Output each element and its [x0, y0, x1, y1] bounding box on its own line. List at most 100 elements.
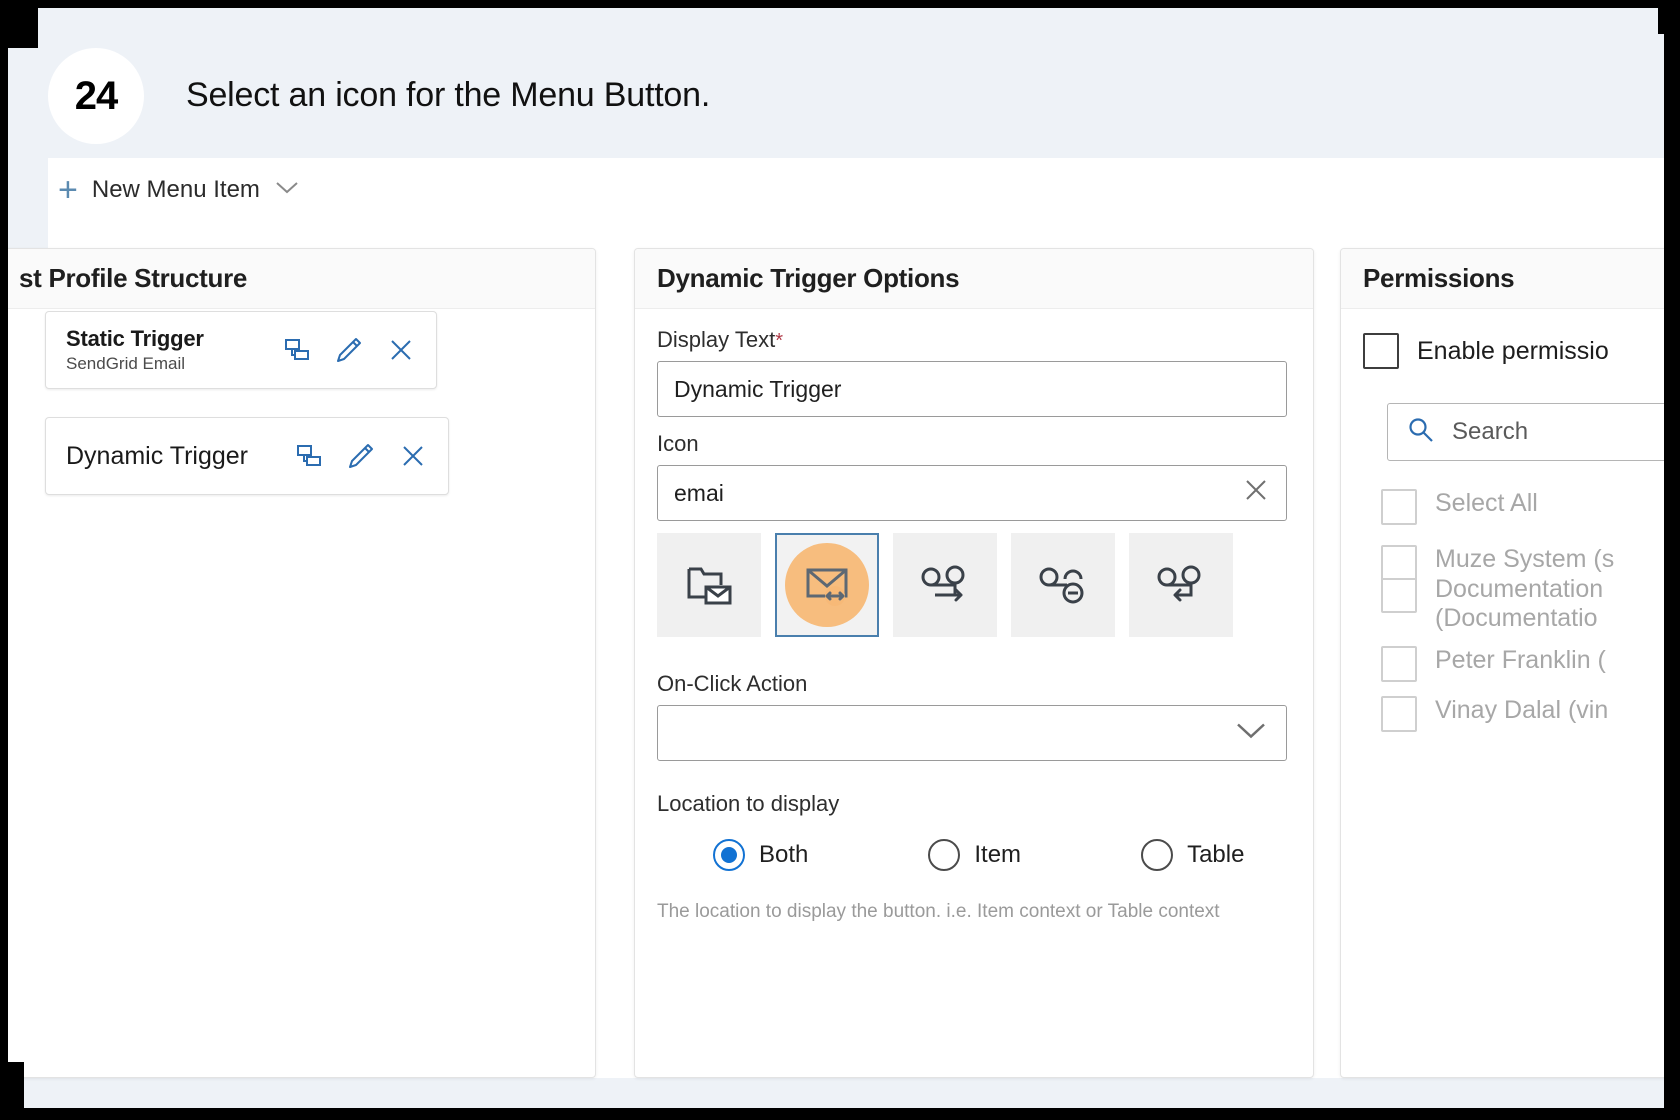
- dynamic-trigger-options-panel: Dynamic Trigger Options Display Text* Dy…: [634, 248, 1314, 1078]
- list-item[interactable]: Vinay Dalal (vin: [1381, 695, 1664, 732]
- radio-option-item[interactable]: Item: [928, 839, 1021, 871]
- display-text-value: Dynamic Trigger: [674, 375, 842, 402]
- radio-label: Both: [759, 841, 809, 868]
- delete-icon[interactable]: [386, 335, 416, 365]
- edit-icon[interactable]: [334, 335, 364, 365]
- step-instruction: Select an icon for the Menu Button.: [186, 76, 711, 114]
- list-item[interactable]: Static Trigger SendGrid Email: [45, 311, 437, 389]
- icon-search-value: emai: [674, 479, 724, 506]
- email-reply-icon-tile[interactable]: [1129, 533, 1233, 637]
- permissions-search-input[interactable]: Search: [1387, 403, 1664, 461]
- profile-structure-title: st Profile Structure: [19, 263, 248, 293]
- location-to-display-radio-group: Both Item Table: [657, 839, 1291, 871]
- new-menu-item-label: New Menu Item: [91, 176, 260, 203]
- trigger-actions: [294, 441, 428, 471]
- step-number-badge: 24: [48, 48, 144, 144]
- icon-search-input[interactable]: emai: [657, 465, 1287, 521]
- frame-right: [1664, 0, 1680, 1120]
- select-all-row[interactable]: Select All: [1381, 489, 1664, 525]
- step-number: 24: [74, 73, 118, 118]
- frame-left: [0, 0, 8, 1120]
- trigger-texts: Static Trigger SendGrid Email: [66, 326, 204, 374]
- permissions-title: Permissions: [1363, 263, 1515, 293]
- email-forward-icon-tile[interactable]: [893, 533, 997, 637]
- email-folder-icon: [681, 555, 737, 616]
- copy-icon[interactable]: [294, 441, 324, 471]
- on-click-action-label: On-Click Action: [657, 671, 808, 696]
- email-reply-icon: [1151, 553, 1211, 618]
- radio-option-table[interactable]: Table: [1141, 839, 1244, 871]
- email-remove-icon: [1033, 553, 1093, 618]
- trigger-texts: Dynamic Trigger: [66, 442, 248, 471]
- frame-top-left-block: [0, 0, 38, 48]
- panels-container: st Profile Structure Static Trigger Send…: [8, 248, 1664, 1078]
- frame-top-right-block: [1658, 0, 1680, 34]
- dynamic-trigger-options-title: Dynamic Trigger Options: [657, 263, 960, 293]
- permission-checkbox[interactable]: [1381, 695, 1417, 732]
- dynamic-trigger-options-body: Display Text* Dynamic Trigger Icon emai: [635, 309, 1313, 941]
- search-icon: [1406, 415, 1436, 450]
- permission-checkbox[interactable]: [1381, 645, 1417, 682]
- frame-bottom: [0, 1108, 1680, 1120]
- email-folder-icon-tile[interactable]: [657, 533, 761, 637]
- display-text-input[interactable]: Dynamic Trigger: [657, 361, 1287, 417]
- frame-bottom-left-block: [0, 1062, 24, 1108]
- list-item[interactable]: Peter Franklin (: [1381, 645, 1664, 682]
- select-all-label: Select All: [1435, 489, 1538, 517]
- permissions-panel: Permissions Enable permissio Search Sele…: [1340, 248, 1664, 1078]
- icon-results-row: [657, 533, 1291, 637]
- select-all-checkbox[interactable]: [1381, 489, 1417, 525]
- permission-label: Muze System (s Documentation (Documentat…: [1435, 545, 1614, 634]
- radio-indicator: [713, 839, 745, 871]
- chevron-down-icon[interactable]: [274, 180, 300, 201]
- display-text-label-text: Display Text: [657, 327, 776, 352]
- trigger-actions: [282, 335, 416, 365]
- email-remove-icon-tile[interactable]: [1011, 533, 1115, 637]
- radio-option-both[interactable]: Both: [713, 839, 808, 871]
- display-text-label: Display Text*: [657, 327, 1291, 353]
- new-menu-item-button[interactable]: + New Menu Item: [58, 173, 300, 207]
- enable-permissions-checkbox[interactable]: [1363, 333, 1399, 369]
- copy-icon[interactable]: [282, 335, 312, 365]
- edit-icon[interactable]: [346, 441, 376, 471]
- trigger-subtitle: SendGrid Email: [66, 354, 186, 373]
- email-exchange-icon: [797, 553, 857, 618]
- profile-structure-panel: st Profile Structure Static Trigger Send…: [8, 248, 596, 1078]
- location-help-text: The location to display the button. i.e.…: [657, 901, 1220, 922]
- permission-label-line: Muze System (s: [1435, 545, 1615, 573]
- enable-permissions-row[interactable]: Enable permissio: [1363, 333, 1664, 369]
- permissions-header: Permissions: [1341, 249, 1664, 309]
- permissions-list: Select All Muze System (s Documentation …: [1381, 489, 1664, 732]
- permission-label-line: (Documentatio: [1435, 604, 1598, 632]
- permission-label: Vinay Dalal (vin: [1435, 695, 1609, 724]
- list-item[interactable]: Muze System (s Documentation (Documentat…: [1381, 545, 1664, 634]
- radio-indicator: [1141, 839, 1174, 871]
- radio-indicator: [928, 839, 961, 871]
- app-window: + New Menu Item st Profile Structure Sta…: [8, 158, 1664, 1078]
- step-header: 24 Select an icon for the Menu Button.: [8, 8, 1664, 158]
- permission-label-line: Documentation: [1435, 574, 1604, 603]
- screenshot-root: 24 Select an icon for the Menu Button. +…: [0, 0, 1680, 1120]
- permission-checkbox[interactable]: [1381, 545, 1417, 613]
- trigger-name: Dynamic Trigger: [66, 441, 248, 470]
- radio-dot: [721, 847, 737, 863]
- list-item[interactable]: Dynamic Trigger: [45, 417, 449, 495]
- profile-structure-header: st Profile Structure: [8, 249, 595, 309]
- location-to-display-label: Location to display: [657, 791, 840, 816]
- permission-label: Peter Franklin (: [1435, 645, 1606, 674]
- search-placeholder: Search: [1452, 418, 1529, 445]
- email-exchange-icon-tile[interactable]: [775, 533, 879, 637]
- chevron-down-icon[interactable]: [1234, 720, 1268, 747]
- frame-top: [0, 0, 1680, 8]
- radio-label: Item: [974, 841, 1022, 868]
- on-click-action-select[interactable]: [657, 705, 1287, 761]
- delete-icon[interactable]: [398, 441, 428, 471]
- enable-permissions-label: Enable permissio: [1417, 336, 1609, 365]
- presentation-page: 24 Select an icon for the Menu Button. +…: [8, 8, 1664, 1108]
- required-marker: *: [775, 330, 783, 352]
- close-icon[interactable]: [1242, 476, 1270, 510]
- dynamic-trigger-options-header: Dynamic Trigger Options: [635, 249, 1313, 309]
- app-toolbar: + New Menu Item: [48, 158, 1664, 230]
- radio-label: Table: [1187, 841, 1245, 868]
- trigger-name: Static Trigger: [66, 326, 204, 351]
